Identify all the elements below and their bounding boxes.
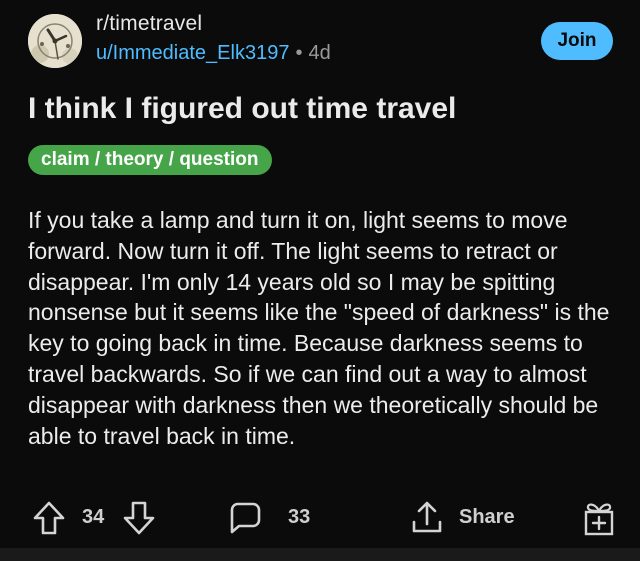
downvote-button[interactable] [122,500,156,536]
share-button[interactable] [410,500,444,536]
post-action-bar: 34 33 Share [0,498,640,538]
share-label[interactable]: Share [459,506,515,529]
author-username[interactable]: u/Immediate_Elk3197 [96,42,289,64]
join-button[interactable]: Join [541,22,613,60]
downvote-arrow-icon [123,501,155,535]
subreddit-name[interactable]: r/timetravel [96,12,202,36]
post-body: If you take a lamp and turn it on, light… [28,207,610,449]
comment-bubble-icon [230,502,261,534]
post-title[interactable]: I think I figured out time travel [28,92,456,126]
post-age: 4d [308,42,331,64]
subreddit-avatar[interactable] [28,14,82,68]
comment-button[interactable] [228,501,262,535]
vote-count: 34 [82,506,105,528]
post-meta: u/Immediate_Elk3197 • 4d [96,42,331,65]
upvote-button[interactable] [32,500,66,536]
bottom-divider [0,548,640,561]
award-gift-icon [584,503,614,536]
share-upload-icon [412,501,442,533]
meta-separator: • [295,42,303,64]
clock-icon [28,14,82,68]
upvote-arrow-icon [33,501,65,535]
award-button[interactable] [582,500,616,538]
post-flair[interactable]: claim / theory / question [28,145,272,175]
post-card: r/timetravel u/Immediate_Elk3197 • 4d Join… [0,0,640,548]
comment-count: 33 [288,506,311,528]
